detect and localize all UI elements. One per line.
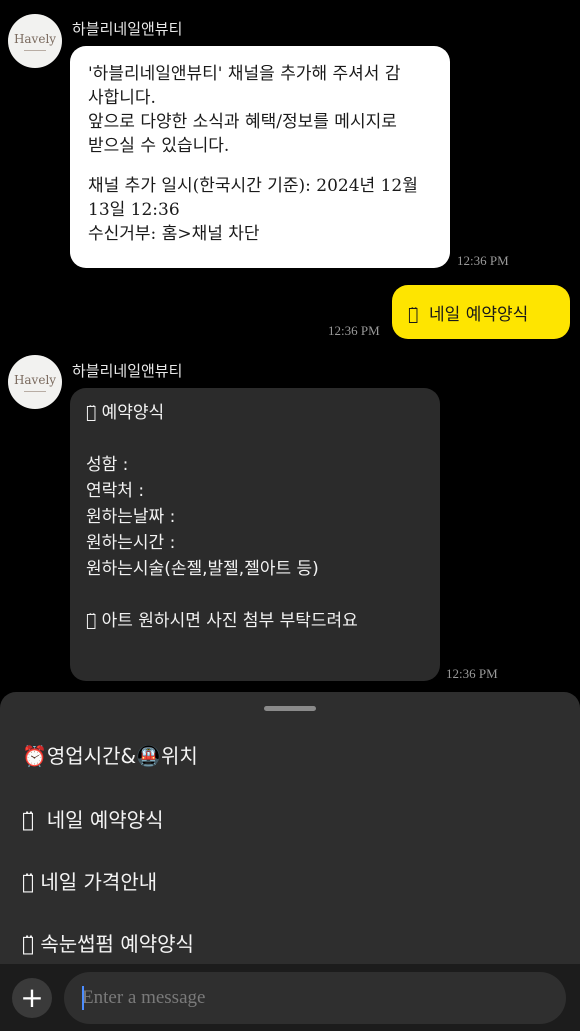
avatar-logo-underline xyxy=(24,49,46,51)
quick-menu-item-nail-reservation[interactable]: ᅟ̈ 네일 예약양식 xyxy=(22,804,163,833)
message-line: 사합니다. xyxy=(88,88,156,108)
message-line: 채널 추가 일시(한국시간 기준): 2024년 12월 xyxy=(88,176,418,196)
message-line: 원하는날짜 : xyxy=(86,507,176,527)
message-line: ᅟ̈ 아트 원하시면 사진 첨부 부탁드려요 xyxy=(86,611,358,631)
channel-avatar[interactable]: Havely xyxy=(8,355,62,409)
sent-message-bubble[interactable]: ᅟ̈ 네일 예약양식 xyxy=(392,285,570,339)
message-time: 12:36 PM xyxy=(446,666,498,681)
message-line xyxy=(88,158,432,174)
quick-menu-item-lash-reservation[interactable]: ᅟ̈ 속눈썹펌 예약양식 xyxy=(22,928,194,957)
message-input[interactable] xyxy=(64,972,566,1024)
avatar-logo-text: Havely xyxy=(13,372,57,387)
message-line: 원하는시술(손젤,발젤,젤아트 등) xyxy=(86,559,319,579)
message-bubble-welcome[interactable]: '하블리네일앤뷰티' 채널을 추가해 주셔서 감 사합니다. 앞으로 다양한 소… xyxy=(70,46,450,268)
message-line: 원하는시간 : xyxy=(86,533,176,553)
channel-avatar[interactable]: Havely xyxy=(8,14,62,68)
message-line: 성함 : xyxy=(86,455,129,475)
message-line: '하블리네일앤뷰티' 채널을 추가해 주셔서 감 xyxy=(88,64,401,84)
message-line xyxy=(86,582,424,608)
quick-menu-sheet: ⏰영업시간&🚇위치 ᅟ̈ 네일 예약양식 ᅟ̈ 네일 가격안내 ᅟ̈ 속눈썹펌 … xyxy=(0,692,580,964)
message-time: 12:36 PM xyxy=(328,323,380,338)
text-caret xyxy=(82,986,84,1010)
sheet-drag-handle[interactable] xyxy=(264,706,316,711)
quick-menu-item-nail-prices[interactable]: ᅟ̈ 네일 가격안내 xyxy=(22,866,157,895)
avatar-logo-text: Havely xyxy=(13,31,57,46)
message-bubble-reservation-form[interactable]: ᅟ̈ 예약양식 성함 : 연락처 : 원하는날짜 : 원하는시간 : 원하는시술… xyxy=(70,388,440,681)
plus-icon[interactable]: + xyxy=(12,978,52,1018)
message-input-bar: + xyxy=(0,964,580,1031)
message-line: 앞으로 다양한 소식과 혜택/정보를 메시지로 xyxy=(88,112,397,132)
sender-name: 하블리네일앤뷰티 xyxy=(72,20,183,38)
message-line xyxy=(86,426,424,452)
message-time: 12:36 PM xyxy=(457,253,509,268)
message-line: 13일 12:36 xyxy=(88,200,180,220)
message-line: 수신거부: 홈>채널 차단 xyxy=(88,224,260,244)
quick-menu-item-hours-location[interactable]: ⏰영업시간&🚇위치 xyxy=(22,740,198,769)
message-line: 연락처 : xyxy=(86,481,145,501)
message-line: 받으실 수 있습니다. xyxy=(88,136,230,156)
message-line: ᅟ̈ 예약양식 xyxy=(86,403,165,423)
avatar-logo-underline xyxy=(24,390,46,392)
sender-name: 하블리네일앤뷰티 xyxy=(72,362,183,380)
